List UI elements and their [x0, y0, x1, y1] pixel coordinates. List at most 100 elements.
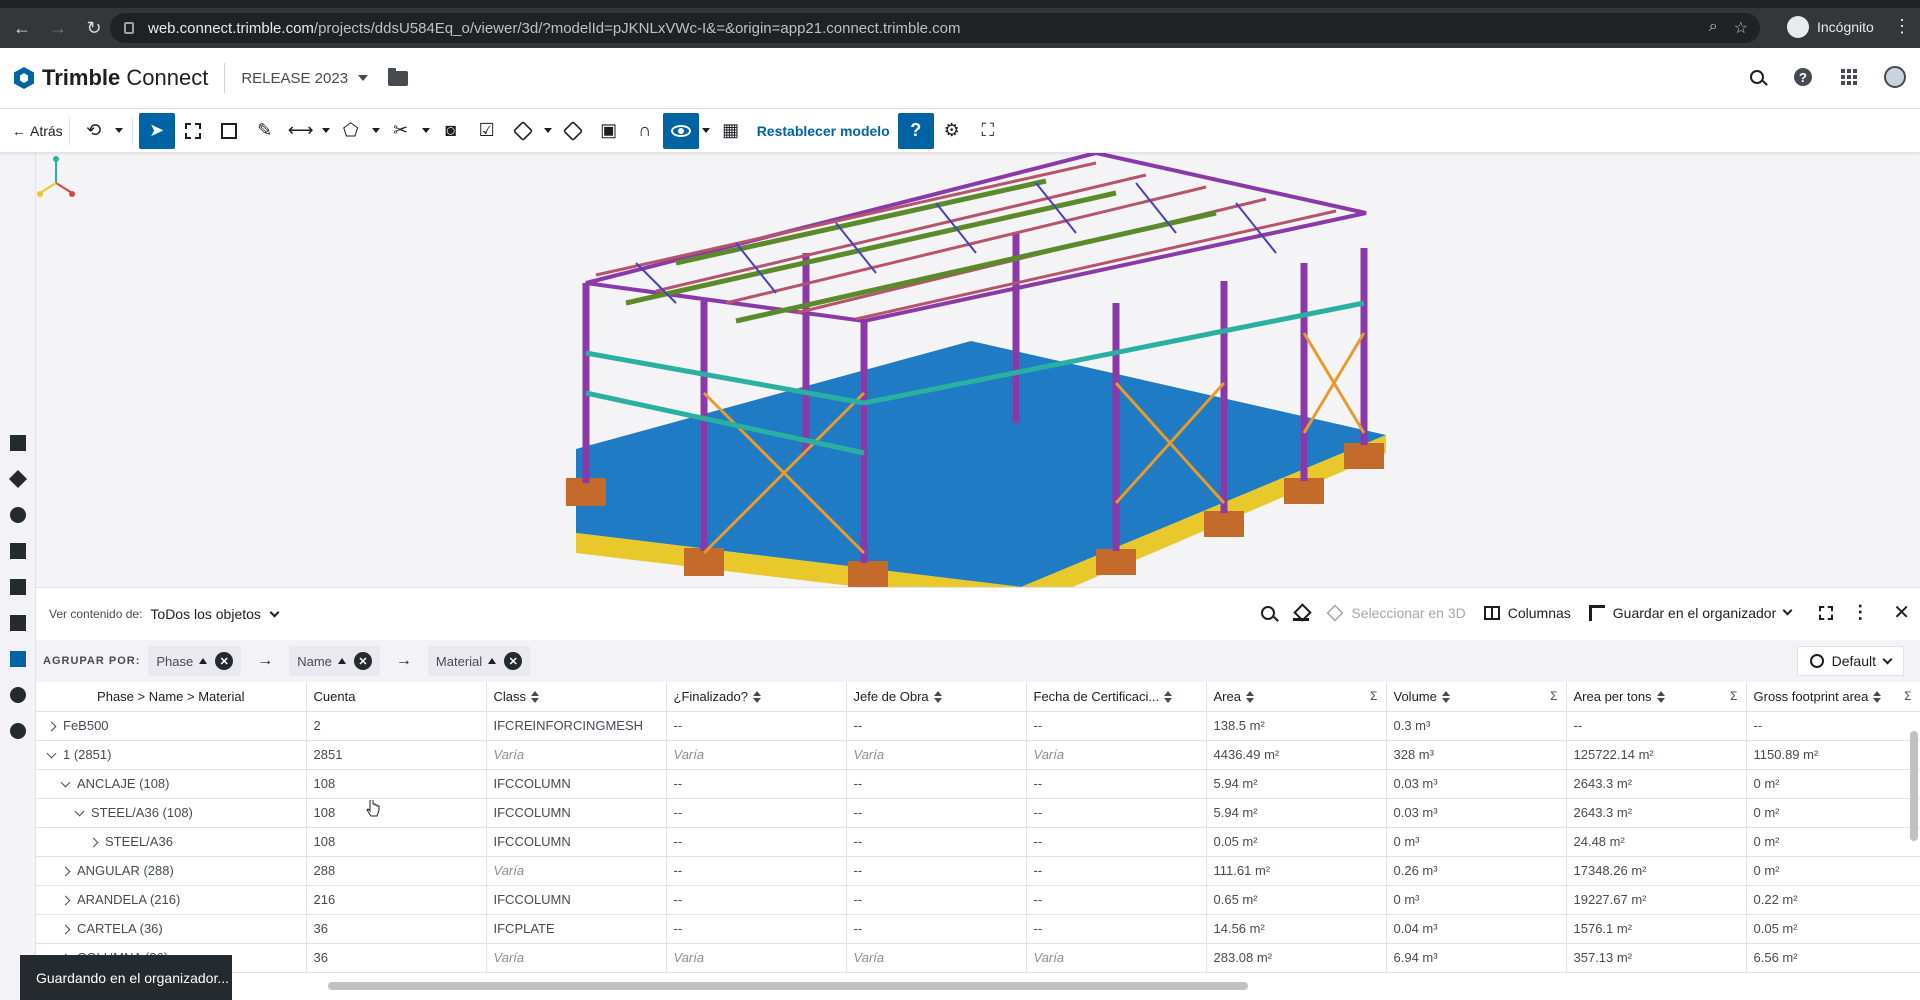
zoom-icon[interactable]: ⌕	[1709, 18, 1718, 38]
table-row[interactable]: STEEL/A36 108 IFCCOLUMN -- -- -- 0.05 m² 0 m³ 24…	[36, 827, 1920, 857]
horizontal-scrollbar[interactable]	[306, 980, 1906, 992]
app-grid-icon[interactable]	[1838, 66, 1860, 88]
remove-chip-icon[interactable]: ✕	[215, 652, 234, 670]
column-header[interactable]: Phase > Name > Material	[36, 682, 307, 712]
visibility-caret[interactable]	[699, 128, 713, 133]
group-chip-name[interactable]: Name ✕	[289, 646, 380, 676]
table-row[interactable]: 1 (2851) 2851 Varía Varía Varía Varía 4436.49 …	[36, 740, 1920, 770]
measure-caret[interactable]	[319, 128, 333, 133]
close-panel-icon[interactable]: ✕	[1893, 600, 1910, 625]
shape-icon[interactable]: ⬠	[333, 113, 369, 149]
chevron-right-icon[interactable]	[60, 924, 71, 935]
sort-icon[interactable]	[1441, 691, 1450, 704]
trimble-connect-logo[interactable]: Trimble Connect	[14, 65, 208, 91]
remove-chip-icon[interactable]: ✕	[504, 652, 523, 670]
star-icon[interactable]: ☆	[1734, 18, 1748, 38]
table-row[interactable]: STEEL/A36 (108) 108 IFCCOLUMN -- -- -- 5.94 m²…	[36, 798, 1920, 828]
columns-button[interactable]: Columnas	[1483, 605, 1571, 621]
sort-icon[interactable]	[752, 691, 761, 704]
remove-chip-icon[interactable]: ✕	[353, 652, 372, 670]
table-row[interactable]: ARANDELA (216) 216 IFCCOLUMN -- -- -- 0.65 m² 0…	[36, 885, 1920, 915]
user-avatar[interactable]	[1884, 66, 1906, 88]
group-cell[interactable]: FeB500	[36, 711, 307, 741]
sum-icon[interactable]: Σ	[1904, 689, 1911, 703]
axis-gizmo-icon[interactable]	[36, 153, 76, 203]
markup-icon[interactable]: ✎	[247, 113, 283, 149]
group-cell[interactable]: CARTELA (36)	[36, 914, 307, 944]
camera-views-icon[interactable]	[8, 577, 28, 597]
column-header[interactable]: Class	[486, 682, 667, 712]
todo-clipboard-icon[interactable]	[8, 541, 28, 561]
chevron-down-icon[interactable]	[46, 748, 57, 759]
select-pointer-icon[interactable]: ➤	[138, 112, 175, 149]
cube-caret[interactable]	[541, 128, 555, 133]
sum-icon[interactable]: Σ	[1550, 689, 1557, 703]
box-select-icon[interactable]	[175, 113, 211, 149]
group-cell[interactable]: ARANDELA (216)	[36, 885, 307, 915]
forward-arrow-icon[interactable]: →	[44, 14, 72, 42]
vertical-scrollbar[interactable]	[1908, 711, 1920, 981]
reload-icon[interactable]: ↻	[80, 14, 108, 42]
fullscreen-icon[interactable]: ⛶	[970, 113, 1006, 149]
column-header[interactable]: Cuenta	[306, 682, 487, 712]
extensions-gear-icon[interactable]	[8, 685, 28, 705]
sort-icon[interactable]	[1164, 691, 1173, 704]
chevron-right-icon[interactable]	[46, 721, 57, 732]
column-header[interactable]: ¿Finalizado?	[666, 682, 847, 712]
viewpoint-icon[interactable]: ▣	[591, 113, 627, 149]
reset-model-button[interactable]: Restablecer modelo	[757, 123, 890, 139]
group-cell[interactable]: ANGULAR (288)	[36, 856, 307, 886]
url-field[interactable]: web.connect.trimble.com/projects/ddsU584…	[110, 13, 1760, 43]
chevron-right-icon[interactable]	[88, 837, 99, 848]
object-settings-icon[interactable]	[8, 721, 28, 741]
measure-icon[interactable]: ⟷	[283, 113, 319, 149]
view-content-dropdown[interactable]: ToDos los objetos	[150, 606, 280, 622]
table-row[interactable]: COLUMNA (36)36VaríaVaríaVaríaVaría283.08…	[36, 943, 1920, 973]
column-header[interactable]: Jefe de Obra	[846, 682, 1027, 712]
tree-icon[interactable]	[8, 613, 28, 633]
clip-caret[interactable]	[419, 128, 433, 133]
save-to-organizer-button[interactable]: Guardar en el organizador	[1588, 604, 1793, 621]
camera-icon[interactable]: ◙	[433, 113, 469, 149]
sort-icon[interactable]	[1245, 691, 1254, 704]
incognito-indicator[interactable]: Incógnito	[1787, 16, 1874, 38]
group-chip-material[interactable]: Material ✕	[427, 646, 531, 676]
section-box-icon[interactable]	[555, 113, 591, 149]
link-icon[interactable]	[8, 505, 28, 525]
3d-viewport[interactable]	[36, 153, 1920, 587]
chevron-down-icon[interactable]	[60, 777, 71, 788]
panel-search-button[interactable]	[1261, 605, 1276, 620]
group-cell[interactable]: 1 (2851)	[36, 740, 307, 770]
expand-panel-button[interactable]	[1819, 605, 1834, 620]
chevron-down-icon[interactable]	[74, 806, 85, 817]
organizer-table-icon[interactable]	[8, 649, 28, 669]
back-arrow-icon[interactable]: ←	[8, 14, 36, 42]
browser-menu-icon[interactable]: ⋮	[1893, 16, 1911, 37]
orbit-icon[interactable]: ⟲	[76, 113, 112, 149]
table-row[interactable]: ANCLAJE (108) 108 IFCCOLUMN -- -- -- 5.94 m² 0.…	[36, 769, 1920, 799]
group-cell[interactable]: STEEL/A36	[36, 827, 307, 857]
group-chip-phase[interactable]: Phase ✕	[148, 646, 242, 676]
column-header[interactable]: Area Σ	[1206, 682, 1387, 712]
layers-icon[interactable]	[8, 469, 28, 489]
cube-icon[interactable]	[505, 113, 541, 149]
default-view-dropdown[interactable]: Default	[1796, 646, 1904, 676]
color-bucket-button[interactable]	[1293, 605, 1310, 621]
sum-icon[interactable]: Σ	[1730, 689, 1737, 703]
settings-gear-icon[interactable]: ⚙	[934, 113, 970, 149]
sort-asc-icon[interactable]	[488, 658, 497, 664]
select-in-3d-button[interactable]: Seleccionar en 3D	[1326, 604, 1466, 621]
chevron-right-icon[interactable]	[60, 895, 71, 906]
folder-icon[interactable]	[388, 67, 409, 86]
more-options-icon[interactable]: ⋮	[1851, 602, 1869, 623]
project-selector[interactable]: RELEASE 2023	[241, 70, 369, 87]
table-row[interactable]: ANGULAR (288) 288 Varía -- -- -- 111.61 m² 0.26…	[36, 856, 1920, 886]
fit-frame-icon[interactable]	[211, 113, 247, 149]
calculator-icon[interactable]: ▦	[713, 113, 749, 149]
sort-icon[interactable]	[531, 691, 540, 704]
sort-icon[interactable]	[933, 691, 942, 704]
search-icon[interactable]	[1746, 66, 1768, 88]
sort-asc-icon[interactable]	[199, 658, 208, 664]
sort-icon[interactable]	[1656, 691, 1665, 704]
scissors-icon[interactable]: ✂	[383, 113, 419, 149]
